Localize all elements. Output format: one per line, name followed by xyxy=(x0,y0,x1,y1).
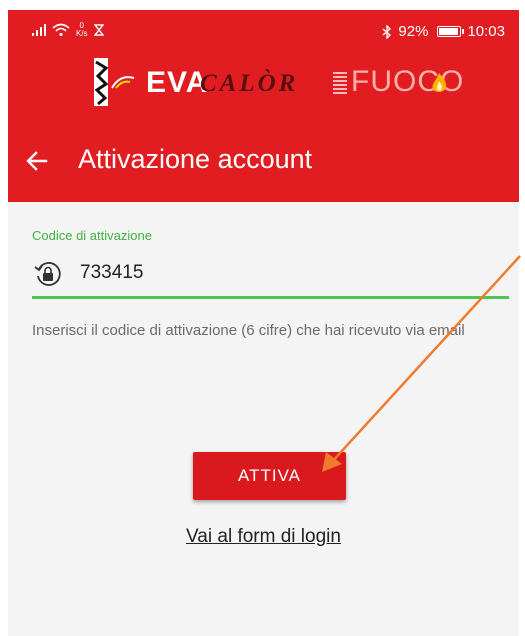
status-bar: 0 K/s 92% 10:03 xyxy=(8,10,519,50)
bluetooth-icon xyxy=(382,24,392,39)
brand-logo: EVA CALÒR FUOCO xyxy=(8,58,519,106)
network-speed: 0 K/s xyxy=(76,22,88,38)
battery-percent: 92% xyxy=(398,23,429,40)
flame-icon xyxy=(432,73,447,92)
login-link[interactable]: Vai al form di login xyxy=(8,526,519,548)
hourglass-icon xyxy=(93,24,104,36)
toolbar: Attivazione account xyxy=(8,138,519,186)
page-title: Attivazione account xyxy=(78,144,313,174)
status-left: 0 K/s xyxy=(32,22,104,38)
brand-mark-icon xyxy=(94,58,135,106)
phone-screen: 0 K/s 92% 10:03 EVA CALÒR FUOCO Attivazi… xyxy=(8,10,519,636)
brand-separator xyxy=(333,72,347,94)
brand-calor: CALÒR xyxy=(200,70,299,97)
clock: 10:03 xyxy=(467,23,505,40)
app-bar: 0 K/s 92% 10:03 EVA CALÒR FUOCO Attivazi… xyxy=(8,10,519,202)
lock-refresh-icon xyxy=(34,262,61,286)
input-underline xyxy=(32,296,509,299)
network-speed-unit: K/s xyxy=(76,29,88,38)
signal-icon xyxy=(32,24,46,36)
back-arrow-icon[interactable] xyxy=(24,148,50,174)
activate-button[interactable]: ATTIVA xyxy=(193,452,346,500)
battery-icon xyxy=(437,26,465,37)
activation-code-input[interactable]: 733415 xyxy=(80,262,143,284)
wifi-icon xyxy=(52,23,70,37)
activation-code-label: Codice di attivazione xyxy=(32,228,152,243)
helper-text: Inserisci il codice di attivazione (6 ci… xyxy=(32,322,465,339)
status-right: 92% 10:03 xyxy=(382,23,505,40)
